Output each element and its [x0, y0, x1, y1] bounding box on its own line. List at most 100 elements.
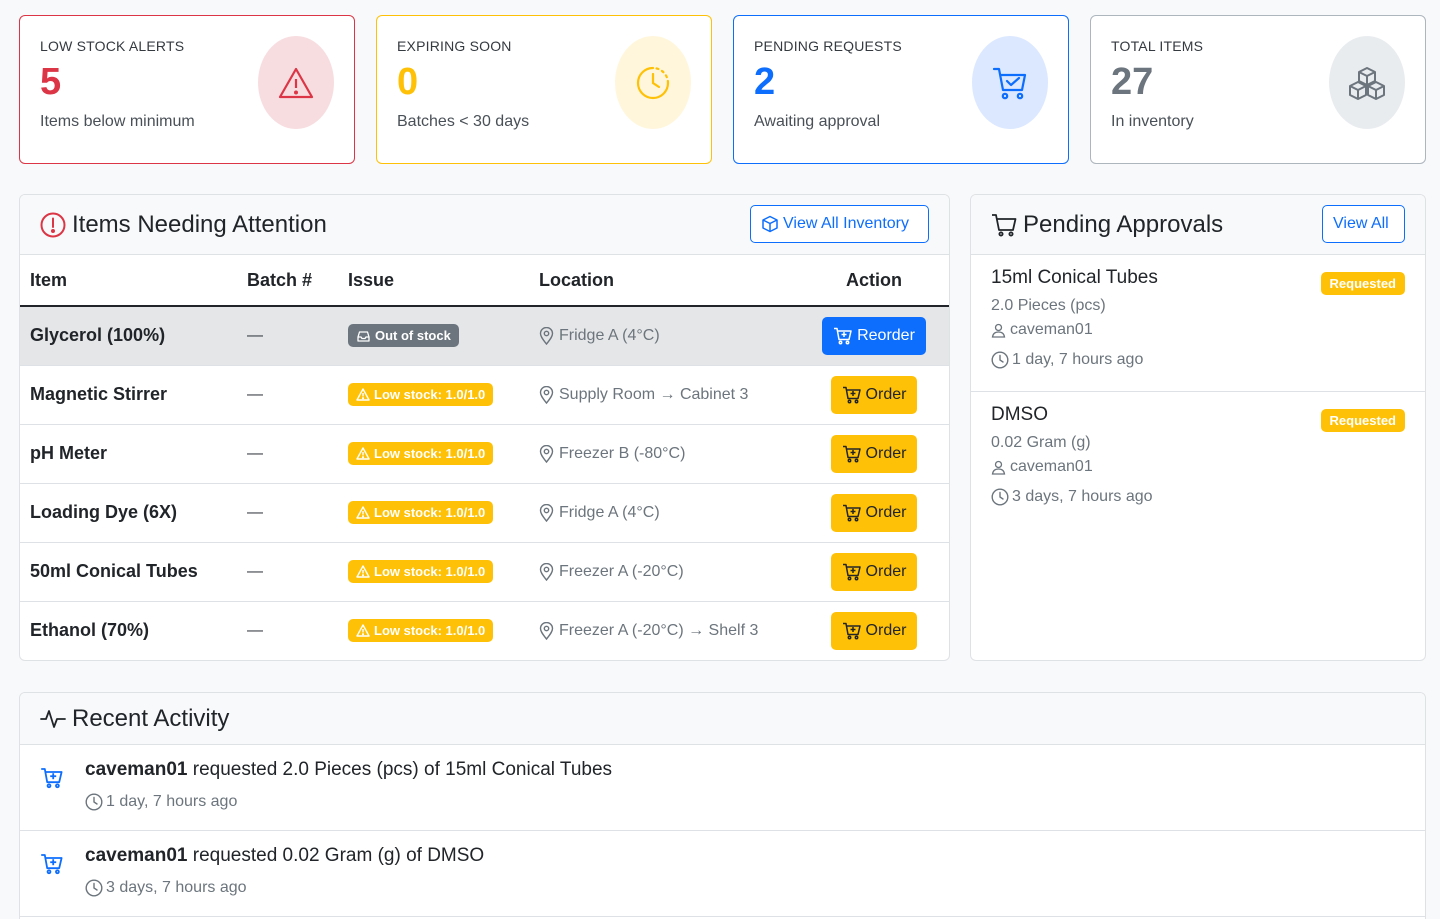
action-cell: Order	[799, 542, 949, 602]
geo-pin-icon	[539, 385, 554, 404]
issue-label: Low stock: 1.0/1.0	[374, 623, 486, 638]
stats-row: LOW STOCK ALERTS 5 Items below minimum E…	[19, 15, 1426, 164]
view-all-inventory-label: View All Inventory	[783, 215, 909, 232]
stat-card-pending[interactable]: PENDING REQUESTS 2 Awaiting approval	[733, 15, 1069, 164]
table-row[interactable]: Loading Dye (6X) — Low stock: 1.0/1.0 Fridg…	[20, 483, 949, 543]
approval-user: caveman01	[991, 458, 1405, 476]
item-name[interactable]: pH Meter	[20, 424, 237, 484]
cart-plus-icon	[842, 386, 862, 404]
issue-badge: Low stock: 1.0/1.0	[348, 383, 494, 406]
warning-icon	[258, 36, 334, 129]
attention-header: Items Needing Attention View All Invento…	[20, 195, 949, 255]
approval-username: caveman01	[1010, 321, 1093, 338]
approval-item[interactable]: DMSO 0.02 Gram (g) caveman01 3 days, 7 hour…	[971, 392, 1425, 529]
issue-cell: Low stock: 1.0/1.0	[338, 542, 529, 602]
issue-badge: Low stock: 1.0/1.0	[348, 560, 494, 583]
warning-icon	[356, 506, 370, 519]
item-name[interactable]: Loading Dye (6X)	[20, 483, 237, 543]
activity-time: 1 day, 7 hours ago	[85, 793, 1405, 811]
warning-icon	[356, 447, 370, 460]
table-header-row: Item Batch # Issue Location Action	[20, 255, 949, 307]
table-row[interactable]: pH Meter — Low stock: 1.0/1.0 Freezer B (-8…	[20, 424, 949, 484]
pending-approvals-card: Pending Approvals View All 15ml Conical …	[970, 194, 1426, 661]
action-label: Order	[865, 444, 907, 462]
person-icon	[991, 460, 1006, 475]
issue-label: Out of stock	[375, 328, 451, 344]
location-cell: Freezer A (-20°C) → Shelf 3	[529, 601, 799, 660]
stat-card-expiring[interactable]: EXPIRING SOON 0 Batches < 30 days	[376, 15, 712, 164]
issue-badge: Low stock: 1.0/1.0	[348, 442, 494, 465]
approval-item[interactable]: 15ml Conical Tubes 2.0 Pieces (pcs) cavema…	[971, 255, 1425, 392]
batch-number: —	[237, 424, 338, 484]
attention-title: Items Needing Attention	[72, 210, 327, 238]
recent-activity-header: Recent Activity	[20, 693, 1425, 745]
location-label: Freezer B (-80°C)	[559, 444, 686, 462]
cart-check-icon	[972, 36, 1048, 129]
batch-number: —	[237, 365, 338, 425]
activity-time: 3 days, 7 hours ago	[85, 879, 1405, 897]
item-name[interactable]: Magnetic Stirrer	[20, 365, 237, 425]
reorder-button[interactable]: Reorder	[822, 316, 926, 355]
cart-plus-icon	[40, 767, 64, 789]
item-name[interactable]: 50ml Conical Tubes	[20, 542, 237, 602]
cart-icon	[991, 213, 1017, 237]
view-all-inventory-button[interactable]: View All Inventory	[750, 205, 929, 243]
batch-number: —	[237, 306, 338, 366]
view-all-approvals-button[interactable]: View All	[1322, 205, 1405, 243]
location-label: Freezer A (-20°C)	[559, 562, 684, 580]
table-row[interactable]: Magnetic Stirrer — Low stock: 1.0/1.0 Suppl…	[20, 365, 949, 425]
item-name[interactable]: Glycerol (100%)	[20, 306, 237, 366]
warning-icon	[356, 388, 370, 401]
clock-icon	[85, 879, 103, 897]
location-label: Fridge A (4°C)	[559, 326, 660, 344]
table-row[interactable]: Ethanol (70%) — Low stock: 1.0/1.0 Freezer …	[20, 601, 949, 660]
status-badge: Requested	[1320, 409, 1405, 432]
order-button[interactable]: Order	[830, 493, 918, 532]
action-cell: Reorder	[799, 306, 949, 366]
geo-pin-icon	[539, 326, 554, 345]
order-button[interactable]: Order	[830, 611, 918, 650]
approval-time-label: 3 days, 7 hours ago	[1012, 488, 1153, 505]
activity-description: requested 2.0 Pieces (pcs) of 15ml Conic…	[187, 759, 613, 780]
order-button[interactable]: Order	[830, 375, 918, 414]
view-all-label: View All	[1333, 215, 1389, 232]
geo-pin-icon	[539, 621, 554, 640]
activity-item: caveman01 requested 2.0 Pieces (pcs) of …	[20, 745, 1425, 831]
activity-user[interactable]: caveman01	[85, 845, 187, 866]
table-row[interactable]: Glycerol (100%) — Out of stock Fridge A (4°…	[20, 306, 949, 366]
item-name[interactable]: Ethanol (70%)	[20, 601, 237, 660]
action-cell: Order	[799, 483, 949, 543]
cart-plus-icon	[842, 504, 862, 522]
issue-label: Low stock: 1.0/1.0	[374, 564, 486, 579]
issue-label: Low stock: 1.0/1.0	[374, 387, 486, 402]
action-label: Reorder	[857, 326, 915, 344]
order-button[interactable]: Order	[830, 434, 918, 473]
issue-badge: Out of stock	[348, 324, 459, 348]
activity-description: requested 0.02 Gram (g) of DMSO	[187, 845, 485, 866]
warning-icon	[356, 565, 370, 578]
batch-number: —	[237, 542, 338, 602]
issue-badge: Low stock: 1.0/1.0	[348, 501, 494, 524]
column-header-issue: Issue	[338, 255, 529, 307]
approval-time: 1 day, 7 hours ago	[991, 351, 1405, 369]
issue-label: Low stock: 1.0/1.0	[374, 505, 486, 520]
activity-user[interactable]: caveman01	[85, 759, 187, 780]
issue-badge: Low stock: 1.0/1.0	[348, 619, 494, 642]
column-header-action: Action	[799, 255, 949, 307]
attention-card: Items Needing Attention View All Invento…	[19, 194, 950, 661]
activity-time-label: 1 day, 7 hours ago	[106, 793, 238, 810]
issue-cell: Low stock: 1.0/1.0	[338, 601, 529, 660]
location-cell: Freezer A (-20°C)	[529, 542, 799, 602]
box-icon	[761, 215, 779, 233]
action-cell: Order	[799, 601, 949, 660]
clock-icon	[991, 488, 1009, 506]
status-badge: Requested	[1320, 272, 1405, 295]
location-label: Fridge A (4°C)	[559, 503, 660, 521]
order-button[interactable]: Order	[830, 552, 918, 591]
issue-cell: Low stock: 1.0/1.0	[338, 365, 529, 425]
stat-card-total[interactable]: TOTAL ITEMS 27 In inventory	[1090, 15, 1426, 164]
table-row[interactable]: 50ml Conical Tubes — Low stock: 1.0/1.0 Fre…	[20, 542, 949, 602]
issue-cell: Low stock: 1.0/1.0	[338, 483, 529, 543]
stat-card-low-stock[interactable]: LOW STOCK ALERTS 5 Items below minimum	[19, 15, 355, 164]
issue-cell: Low stock: 1.0/1.0	[338, 424, 529, 484]
